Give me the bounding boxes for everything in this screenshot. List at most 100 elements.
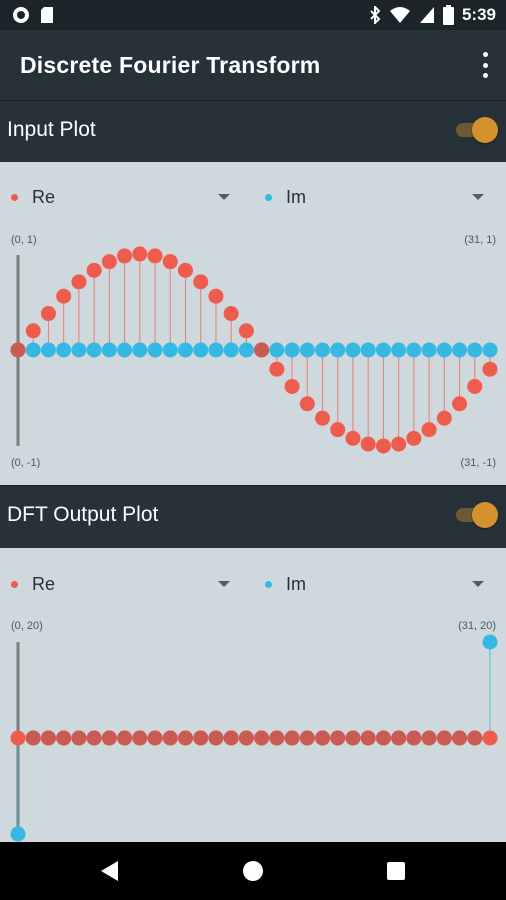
input-im-point: [467, 342, 483, 358]
input-im-point: [436, 342, 452, 358]
input-re-point: [452, 396, 468, 412]
input-im-point: [208, 342, 224, 358]
input-plot-chart: [10, 246, 498, 454]
input-re-point: [421, 422, 437, 438]
dft-output-title: DFT Output Plot: [7, 503, 159, 526]
dft-re-point: [269, 730, 285, 746]
input-re-point: [132, 246, 148, 262]
dft-re-point: [10, 730, 26, 746]
bluetooth-icon: [370, 6, 381, 24]
input-re-point: [299, 396, 315, 412]
input-im-point: [132, 342, 148, 358]
dft-re-point: [421, 730, 437, 746]
input-im-point: [86, 342, 102, 358]
input-re-point: [10, 342, 26, 358]
input-plot-toggle[interactable]: [456, 117, 498, 143]
dft-re-point: [25, 730, 41, 746]
notification-circle-icon: [13, 7, 29, 23]
dft-re-point: [452, 730, 468, 746]
input-re-point: [391, 436, 407, 452]
dft-re-point: [345, 730, 361, 746]
input-re-point: [406, 430, 422, 446]
input-re-point: [375, 438, 391, 454]
dft-re-point: [162, 730, 178, 746]
input-im-point: [56, 342, 72, 358]
input-re-point: [238, 323, 254, 339]
input-re-point: [467, 378, 483, 394]
input-plot-title: Input Plot: [7, 118, 96, 141]
input-re-point: [208, 288, 224, 304]
input-im-point: [360, 342, 376, 358]
app-bar: Discrete Fourier Transform: [0, 30, 506, 100]
input-im-point: [482, 342, 498, 358]
input-im-point: [299, 342, 315, 358]
dft-re-point: [375, 730, 391, 746]
input-im-point: [162, 342, 178, 358]
input-re-point: [117, 248, 133, 264]
input-im-point: [177, 342, 193, 358]
input-im-point: [421, 342, 437, 358]
input-im-point: [101, 342, 117, 358]
input-re-point: [162, 254, 178, 270]
input-re-point: [330, 422, 346, 438]
input-re-point: [254, 342, 270, 358]
sd-card-icon: [41, 7, 53, 23]
battery-icon: [442, 5, 454, 25]
status-time: 5:39: [461, 5, 496, 24]
dft-re-point: [193, 730, 209, 746]
status-bar: 5:39: [0, 0, 506, 30]
dft-re-point: [40, 730, 56, 746]
dft-re-point: [360, 730, 376, 746]
input-im-point: [40, 342, 56, 358]
input-im-point: [406, 342, 422, 358]
dft-re-point: [223, 730, 239, 746]
dft-re-point: [101, 730, 117, 746]
input-im-point: [391, 342, 407, 358]
dft-re-point: [147, 730, 163, 746]
dft-output-header: DFT Output Plot: [0, 485, 506, 548]
input-im-point: [193, 342, 209, 358]
input-re-point: [177, 262, 193, 278]
dft-re-point: [254, 730, 270, 746]
home-icon[interactable]: [243, 861, 263, 881]
input-re-point: [147, 248, 163, 264]
input-re-point: [56, 288, 72, 304]
dft-output-panel: Re Im (0, 20) (31, 20): [0, 548, 506, 842]
input-im-point: [117, 342, 133, 358]
input-plot-panel: Re Im (0, 1) (31, 1) (0, -1) (31, -1): [0, 162, 506, 480]
input-im-point: [25, 342, 41, 358]
dft-output-toggle[interactable]: [456, 502, 498, 528]
input-im-point: [147, 342, 163, 358]
wifi-icon: [389, 7, 410, 23]
input-im-point: [223, 342, 239, 358]
recents-icon[interactable]: [387, 862, 405, 880]
input-im-point: [284, 342, 300, 358]
dft-im-point: [482, 634, 498, 650]
input-im-point: [238, 342, 254, 358]
input-re-point: [360, 436, 376, 452]
dft-re-point: [86, 730, 102, 746]
dft-re-point: [238, 730, 254, 746]
dft-output-chart: [10, 634, 498, 842]
input-im-point: [452, 342, 468, 358]
input-re-point: [269, 361, 285, 377]
input-im-point: [345, 342, 361, 358]
dft-re-point: [56, 730, 72, 746]
dft-re-point: [208, 730, 224, 746]
signal-icon: [419, 7, 434, 23]
dft-re-point: [299, 730, 315, 746]
input-re-point: [101, 254, 117, 270]
dft-re-point: [177, 730, 193, 746]
input-im-point: [330, 342, 346, 358]
input-re-point: [71, 274, 87, 290]
input-re-point: [40, 306, 56, 322]
dft-im-point: [10, 826, 26, 842]
overflow-menu-icon[interactable]: [480, 52, 490, 78]
dft-re-point: [406, 730, 422, 746]
input-re-point: [284, 378, 300, 394]
back-icon[interactable]: [101, 861, 118, 881]
dft-re-point: [330, 730, 346, 746]
input-im-point: [269, 342, 285, 358]
dft-re-point: [482, 730, 498, 746]
dft-re-point: [315, 730, 331, 746]
